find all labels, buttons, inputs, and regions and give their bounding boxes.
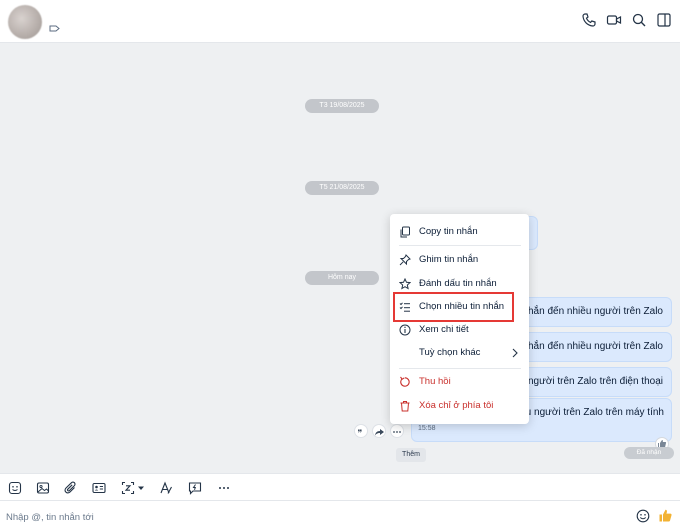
tag-icon[interactable] — [49, 25, 60, 32]
sticker-icon[interactable] — [8, 481, 22, 495]
search-icon[interactable] — [631, 12, 647, 28]
annotation-highlight-box — [393, 292, 514, 322]
composer-toolbar — [0, 473, 680, 500]
video-call-icon[interactable] — [606, 12, 622, 28]
attachment-icon[interactable] — [64, 481, 78, 495]
menu-item-recall[interactable]: Thu hồi — [390, 372, 529, 392]
quick-message-icon[interactable] — [188, 481, 202, 495]
message-composer — [0, 500, 680, 529]
menu-item-pin[interactable]: Ghim tin nhắn — [390, 250, 529, 270]
info-icon — [399, 324, 411, 336]
text-format-icon[interactable] — [159, 481, 173, 495]
star-icon — [399, 278, 411, 290]
tooltip-more: Thêm — [396, 448, 426, 462]
recall-icon — [400, 376, 410, 387]
date-divider: T3 19/08/2025 — [305, 99, 379, 113]
message-time: 15:58 — [418, 425, 436, 432]
copy-icon — [400, 226, 410, 238]
menu-item-more-options[interactable]: Tuỳ chọn khác — [390, 343, 529, 363]
menu-item-details[interactable]: Xem chi tiết — [390, 320, 529, 340]
caret-down-icon[interactable] — [137, 481, 145, 495]
quote-icon: ❞ — [358, 429, 363, 439]
screenshot-icon[interactable] — [121, 481, 135, 495]
forward-icon — [375, 429, 384, 436]
svg-text:❞: ❞ — [358, 429, 363, 438]
emoji-icon[interactable] — [636, 509, 650, 523]
menu-item-star[interactable]: Đánh dấu tin nhắn — [390, 274, 529, 294]
more-icon — [393, 431, 401, 433]
image-icon[interactable] — [36, 481, 50, 495]
contact-card-icon[interactable] — [92, 481, 106, 495]
quote-button[interactable]: ❞ — [354, 424, 368, 439]
chevron-right-icon — [512, 348, 518, 358]
avatar[interactable] — [8, 5, 42, 39]
more-horizontal-icon[interactable] — [217, 481, 231, 495]
forward-button[interactable] — [372, 424, 386, 438]
more-button[interactable] — [390, 424, 404, 438]
pin-icon — [399, 254, 411, 266]
chat-header — [0, 0, 680, 43]
thumbs-up-icon[interactable] — [658, 508, 673, 523]
menu-item-copy[interactable]: Copy tin nhắn — [390, 222, 529, 242]
menu-item-delete-for-me[interactable]: Xóa chỉ ở phía tôi — [390, 396, 529, 416]
trash-icon — [400, 401, 410, 412]
message-input[interactable] — [6, 509, 606, 525]
date-divider: T5 21/08/2025 — [305, 181, 379, 195]
sidebar-toggle-icon[interactable] — [656, 12, 672, 28]
seen-status: Đã nhận — [624, 447, 674, 459]
phone-icon[interactable] — [581, 12, 597, 28]
date-divider: Hôm nay — [305, 271, 379, 285]
